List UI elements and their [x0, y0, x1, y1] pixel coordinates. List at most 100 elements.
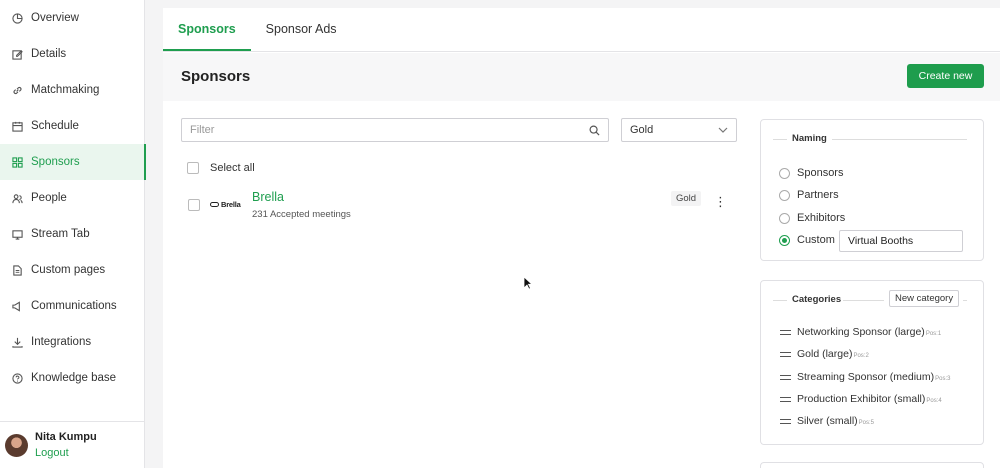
radio-button[interactable]	[779, 189, 790, 201]
category-name: Networking Sponsor (large)	[797, 326, 925, 338]
radio-button[interactable]	[779, 212, 790, 224]
naming-option-label: Custom	[797, 234, 835, 246]
sidebar-item-label: Knowledge base	[31, 372, 117, 384]
pie-chart-icon	[12, 12, 23, 24]
sidebar: Overview Details Matchmaking Schedule Sp…	[0, 0, 146, 468]
sidebar-item-details[interactable]: Details	[0, 36, 145, 72]
drag-handle-icon[interactable]	[780, 329, 791, 335]
additional-card	[760, 462, 984, 468]
category-position: Pos:4	[926, 398, 942, 404]
category-item[interactable]: Streaming Sponsor (medium) Pos:3	[780, 371, 950, 383]
sponsor-level-badge: Gold	[671, 191, 702, 206]
document-icon	[13, 264, 22, 276]
sidebar-nav: Overview Details Matchmaking Schedule Sp…	[0, 0, 146, 396]
create-new-button[interactable]: Create new	[907, 64, 984, 88]
sidebar-item-sponsors[interactable]: Sponsors	[0, 144, 146, 180]
sponsor-name-link[interactable]: Brella	[252, 190, 284, 204]
category-position: Pos:3	[935, 376, 951, 382]
sidebar-item-label: Stream Tab	[31, 228, 90, 240]
level-select[interactable]: Gold	[621, 118, 737, 142]
sidebar-item-label: Sponsors	[31, 156, 80, 168]
level-select-value: Gold	[630, 124, 654, 136]
page-header: Sponsors Create new	[163, 53, 1000, 101]
radio-button[interactable]	[779, 234, 790, 246]
sidebar-item-label: Details	[31, 48, 67, 60]
sponsor-meetings-count: 231 Accepted meetings	[252, 209, 351, 220]
calendar-icon	[12, 121, 23, 132]
category-position: Pos:1	[925, 331, 942, 337]
sidebar-item-label: Integrations	[31, 336, 92, 348]
user-name: Nita Kumpu	[35, 431, 97, 443]
sidebar-item-label: Schedule	[31, 120, 79, 132]
megaphone-icon	[12, 300, 20, 312]
user-panel: Nita Kumpu Logout	[0, 421, 145, 468]
filter-input[interactable]	[190, 124, 589, 136]
category-item[interactable]: Gold (large) Pos:2	[780, 348, 869, 360]
naming-option-label: Exhibitors	[797, 212, 846, 224]
sidebar-item-custom-pages[interactable]: Custom pages	[0, 252, 145, 288]
category-name: Production Exhibitor (small)	[797, 393, 926, 405]
legend-divider	[832, 139, 967, 140]
category-name: Gold (large)	[797, 348, 853, 360]
category-item[interactable]: Production Exhibitor (small) Pos:4	[780, 393, 942, 405]
radio-button[interactable]	[779, 167, 790, 179]
category-name: Streaming Sponsor (medium)	[797, 371, 935, 383]
chevron-down-icon	[718, 127, 728, 133]
tab-sponsors[interactable]: Sponsors	[163, 8, 251, 51]
grid-icon	[12, 156, 23, 168]
main-panel: Sponsors Sponsor Ads Sponsors Create new…	[163, 8, 1000, 468]
category-item[interactable]: Networking Sponsor (large) Pos:1	[780, 326, 941, 338]
legend-divider	[773, 300, 787, 301]
drag-handle-icon[interactable]	[780, 418, 791, 424]
naming-option-sponsors[interactable]: Sponsors	[779, 167, 843, 179]
edit-icon	[12, 49, 23, 60]
naming-title: Naming	[792, 133, 827, 144]
tab-sponsor-ads[interactable]: Sponsor Ads	[251, 8, 352, 51]
legend-divider	[773, 139, 787, 140]
help-icon	[12, 372, 23, 384]
mouse-cursor-icon	[523, 276, 533, 290]
brella-logo-icon	[210, 202, 219, 207]
logout-link[interactable]: Logout	[35, 447, 97, 459]
sidebar-item-label: Custom pages	[31, 264, 106, 276]
sponsor-row[interactable]: Brella Brella 231 Accepted meetings Gold…	[187, 189, 735, 225]
naming-option-partners[interactable]: Partners	[779, 189, 839, 201]
sidebar-item-label: Overview	[31, 12, 79, 24]
legend-divider	[843, 300, 884, 301]
naming-option-custom[interactable]: Custom	[779, 234, 835, 246]
drag-handle-icon[interactable]	[780, 396, 791, 402]
sidebar-item-knowledge-base[interactable]: Knowledge base	[0, 360, 145, 396]
sidebar-item-communications[interactable]: Communications	[0, 288, 145, 324]
filter-box	[181, 118, 609, 142]
sidebar-item-integrations[interactable]: Integrations	[0, 324, 145, 360]
page-title: Sponsors	[181, 68, 251, 85]
naming-card: Naming Sponsors Partners Exhibitors Cust…	[760, 119, 984, 261]
sidebar-item-stream-tab[interactable]: Stream Tab	[0, 216, 145, 252]
people-icon	[12, 193, 23, 203]
legend-divider	[963, 300, 967, 301]
naming-option-label: Partners	[797, 189, 839, 201]
search-icon[interactable]	[589, 125, 600, 136]
drag-handle-icon[interactable]	[780, 374, 791, 380]
download-icon	[12, 337, 23, 348]
custom-name-input[interactable]	[839, 230, 963, 252]
new-category-button[interactable]: New category	[889, 290, 960, 307]
naming-option-exhibitors[interactable]: Exhibitors	[779, 212, 845, 224]
category-item[interactable]: Silver (small) Pos:5	[780, 415, 874, 427]
sidebar-item-overview[interactable]: Overview	[0, 0, 145, 36]
select-all-checkbox[interactable]	[187, 162, 199, 174]
drag-handle-icon[interactable]	[780, 351, 791, 357]
categories-card: Categories New category Networking Spons…	[760, 280, 984, 445]
more-options-icon[interactable]: ⋮	[714, 195, 727, 208]
category-name: Silver (small)	[797, 415, 858, 427]
sidebar-item-schedule[interactable]: Schedule	[0, 108, 145, 144]
categories-title: Categories	[792, 294, 842, 305]
sponsor-logo-text: Brella	[221, 200, 241, 209]
sidebar-item-label: Matchmaking	[31, 84, 100, 96]
sponsor-logo: Brella	[210, 200, 241, 209]
select-all: Select all	[187, 162, 255, 174]
sponsor-checkbox[interactable]	[188, 199, 200, 211]
sidebar-item-label: People	[31, 192, 67, 204]
sidebar-item-people[interactable]: People	[0, 180, 145, 216]
sidebar-item-matchmaking[interactable]: Matchmaking	[0, 72, 145, 108]
